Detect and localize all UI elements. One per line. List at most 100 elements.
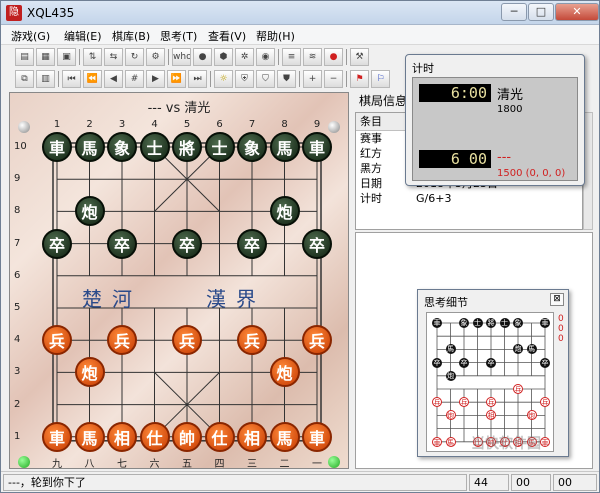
menu-library[interactable]: 棋库(B) bbox=[112, 28, 150, 44]
status-message: ---，轮到你下了 bbox=[3, 474, 467, 491]
think-close-button[interactable]: ⊠ bbox=[550, 293, 564, 306]
black-piece[interactable]: 卒 bbox=[172, 228, 202, 259]
mini-black-piece: 炮 bbox=[445, 370, 456, 381]
flip-vertical-icon[interactable]: ⇅ bbox=[83, 48, 102, 66]
red-piece[interactable]: 馬 bbox=[74, 421, 105, 452]
close-button[interactable]: ✕ bbox=[555, 3, 599, 21]
hexagon-icon[interactable]: ⬢ bbox=[214, 48, 233, 66]
minus-icon[interactable]: − bbox=[324, 70, 343, 88]
black-piece[interactable]: 卒 bbox=[237, 228, 267, 259]
file-label: 2 bbox=[86, 119, 93, 130]
black-piece[interactable]: 馬 bbox=[74, 132, 105, 162]
rank-label: 4 bbox=[14, 334, 21, 346]
black-piece[interactable]: 士 bbox=[204, 132, 235, 162]
red-piece[interactable]: 車 bbox=[42, 421, 72, 452]
first-icon[interactable]: ⏮ bbox=[62, 70, 81, 88]
menu-help[interactable]: 帮助(H) bbox=[256, 28, 295, 44]
red-piece[interactable]: 炮 bbox=[269, 357, 300, 388]
red-piece[interactable]: 兵 bbox=[302, 325, 332, 356]
title-bar[interactable]: 隐 XQL435 ─ □ ✕ bbox=[1, 1, 599, 25]
table-row[interactable]: 计时 G/6+3 bbox=[356, 191, 582, 206]
black-piece[interactable]: 卒 bbox=[302, 228, 332, 259]
black-piece[interactable]: 炮 bbox=[269, 196, 300, 227]
think-details-window[interactable]: 思考细节 ⊠ 車象士將士象車馬炮馬卒卒卒卒炮兵兵兵兵兵炮炮相車馬仕帥仕相馬車 0… bbox=[417, 289, 569, 457]
black-piece[interactable]: 將 bbox=[172, 132, 202, 162]
hash-icon[interactable]: # bbox=[125, 70, 144, 88]
mini-black-piece: 車 bbox=[540, 318, 550, 328]
toolbar-separator bbox=[168, 49, 169, 65]
colors-icon[interactable]: ● bbox=[324, 48, 343, 66]
red-piece[interactable]: 車 bbox=[302, 421, 332, 452]
menu-game[interactable]: 游戏(G) bbox=[11, 28, 50, 44]
black-piece[interactable]: 象 bbox=[237, 132, 267, 162]
tools-icon[interactable]: ⚙ bbox=[146, 48, 165, 66]
mini-red-piece: 車 bbox=[540, 436, 550, 447]
tools2-icon[interactable]: ⚒ bbox=[350, 48, 369, 66]
black-piece[interactable]: 車 bbox=[302, 132, 332, 162]
file-label: 5 bbox=[183, 119, 191, 130]
river-left-text: 楚河 bbox=[82, 287, 142, 311]
red-piece[interactable]: 兵 bbox=[172, 325, 202, 356]
rotate-icon[interactable]: ↻ bbox=[125, 48, 144, 66]
toolbar-separator bbox=[58, 71, 59, 87]
red-piece[interactable]: 兵 bbox=[107, 325, 137, 356]
menu-view[interactable]: 查看(V) bbox=[208, 28, 246, 44]
align-icon[interactable]: ≡ bbox=[282, 48, 301, 66]
black-piece[interactable]: 卒 bbox=[42, 228, 72, 259]
red-piece[interactable]: 馬 bbox=[269, 421, 300, 452]
shield-icon[interactable]: ⛨ bbox=[235, 70, 254, 88]
flip-horizontal-icon[interactable]: ⇆ bbox=[104, 48, 123, 66]
red-piece[interactable]: 仕 bbox=[204, 421, 235, 452]
flag-red-icon[interactable]: ⚑ bbox=[350, 70, 369, 88]
red-piece[interactable]: 兵 bbox=[42, 325, 72, 356]
red-piece[interactable]: 仕 bbox=[139, 421, 170, 452]
xiangqi-board[interactable]: --- vs 清光 楚河 漢界 1 2 3 4 5 6 7 8 9 九八七六五四三二一 10 9 8 7 6… bbox=[10, 93, 348, 470]
shield3-icon[interactable]: ⛊ bbox=[277, 70, 296, 88]
red-piece[interactable]: 相 bbox=[107, 421, 137, 452]
prev-fast-icon[interactable]: ⏪ bbox=[83, 70, 102, 88]
toolbar-separator bbox=[346, 49, 347, 65]
black-piece[interactable]: 象 bbox=[107, 132, 137, 162]
black-piece[interactable]: 炮 bbox=[74, 196, 105, 227]
paste-icon[interactable]: ▥ bbox=[36, 70, 55, 88]
chart-icon[interactable]: ≋ bbox=[303, 48, 322, 66]
circle-icon[interactable]: ◉ bbox=[256, 48, 275, 66]
file-label: 8 bbox=[281, 119, 288, 130]
red-piece[interactable]: 兵 bbox=[237, 325, 267, 356]
flag-blue-icon[interactable]: ⚐ bbox=[371, 70, 390, 88]
minimize-button[interactable]: ─ bbox=[501, 3, 527, 21]
timer-window[interactable]: 计时 6:00 清光 1800 6 00 --- 1500 (0, 0, 0) bbox=[405, 54, 585, 186]
bottom-player-name: --- bbox=[497, 150, 512, 165]
red-piece[interactable]: 相 bbox=[237, 421, 267, 452]
who-icon[interactable]: who bbox=[172, 48, 191, 66]
file-label: 九 bbox=[52, 459, 62, 470]
toolbar-separator bbox=[346, 71, 347, 87]
black-piece[interactable]: 馬 bbox=[269, 132, 300, 162]
next-fast-icon[interactable]: ⏩ bbox=[167, 70, 186, 88]
circle-filled-icon[interactable]: ● bbox=[193, 48, 212, 66]
black-piece[interactable]: 士 bbox=[139, 132, 170, 162]
open-icon[interactable]: ▦ bbox=[36, 48, 55, 66]
copy-icon[interactable]: ⧉ bbox=[15, 70, 34, 88]
settings-icon[interactable]: ✲ bbox=[235, 48, 254, 66]
prev-icon[interactable]: ◀ bbox=[104, 70, 123, 88]
mini-board: 車象士將士象車馬炮馬卒卒卒卒炮兵兵兵兵兵炮炮相車馬仕帥仕相馬車 bbox=[426, 312, 554, 452]
menu-bar: 游戏(G) 编辑(E) 棋库(B) 思考(T) 查看(V) 帮助(H) bbox=[1, 25, 599, 45]
mini-red-piece: 炮 bbox=[526, 410, 537, 421]
last-icon[interactable]: ⏭ bbox=[188, 70, 207, 88]
bottom-player-rating: 1500 (0, 0, 0) bbox=[497, 168, 566, 179]
hint-icon[interactable]: ☼ bbox=[214, 70, 233, 88]
maximize-button[interactable]: □ bbox=[528, 3, 554, 21]
shield2-icon[interactable]: ⛉ bbox=[256, 70, 275, 88]
red-piece[interactable]: 炮 bbox=[74, 357, 105, 388]
red-piece[interactable]: 帥 bbox=[172, 421, 202, 452]
menu-edit[interactable]: 编辑(E) bbox=[64, 28, 102, 44]
plus-icon[interactable]: + bbox=[303, 70, 322, 88]
save-icon[interactable]: ▣ bbox=[57, 48, 76, 66]
black-piece[interactable]: 卒 bbox=[107, 228, 137, 259]
menu-think[interactable]: 思考(T) bbox=[160, 28, 197, 44]
next-icon[interactable]: ▶ bbox=[146, 70, 165, 88]
black-piece[interactable]: 車 bbox=[42, 132, 72, 162]
new-game-icon[interactable]: ▤ bbox=[15, 48, 34, 66]
top-left-indicator-icon bbox=[18, 121, 30, 133]
